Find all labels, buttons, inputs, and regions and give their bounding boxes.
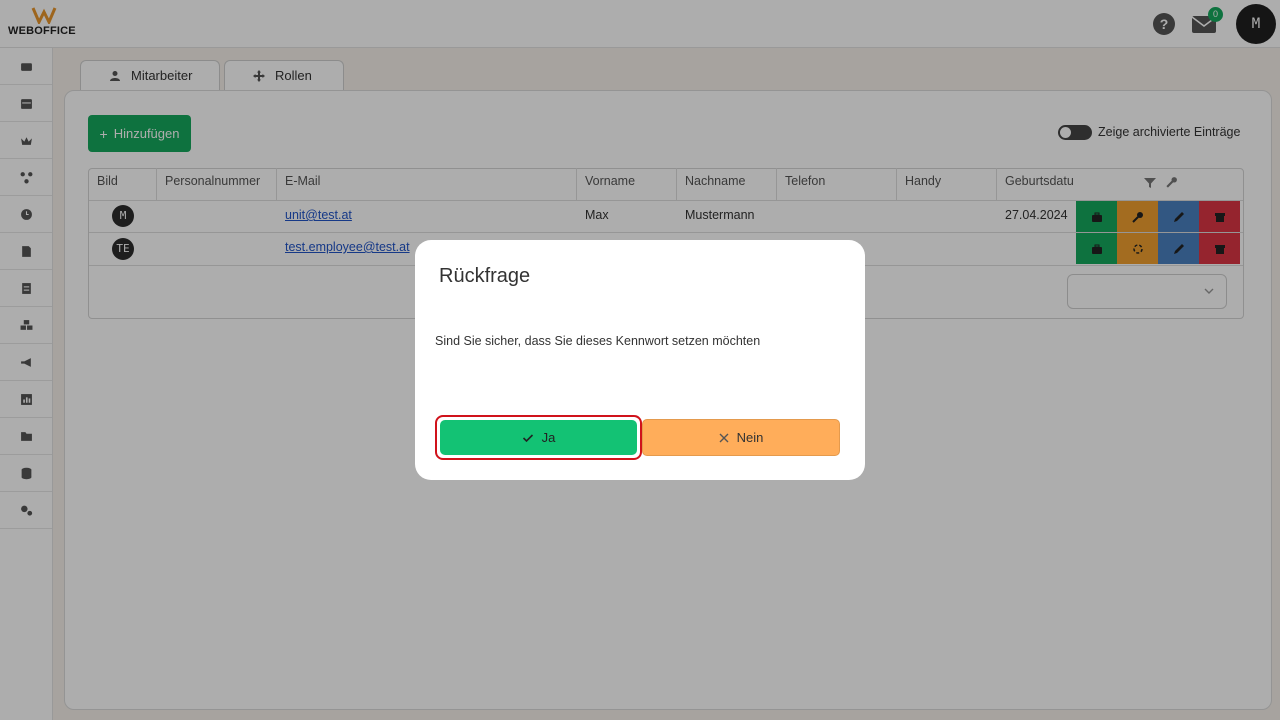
check-icon — [522, 433, 533, 442]
confirm-button[interactable]: Ja — [440, 420, 637, 455]
cancel-button-label: Nein — [736, 430, 764, 445]
close-icon — [719, 433, 729, 442]
dialog-message: Sind Sie sicher, dass Sie dieses Kennwor… — [435, 334, 761, 348]
dialog-title: Rückfrage — [439, 265, 531, 287]
cancel-button[interactable]: Nein — [642, 419, 840, 456]
confirm-dialog: Rückfrage Sind Sie sicher, dass Sie dies… — [415, 240, 865, 480]
confirm-button-label: Ja — [541, 430, 556, 445]
